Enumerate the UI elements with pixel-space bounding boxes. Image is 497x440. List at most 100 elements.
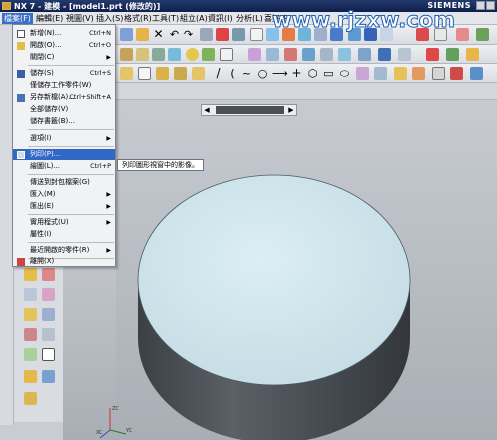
- toolbar-icon[interactable]: [120, 28, 133, 41]
- toolbar-icon[interactable]: [432, 67, 445, 80]
- z-axis-label: ZC: [112, 406, 119, 412]
- menu-item-save-all[interactable]: 全部儲存(V): [13, 104, 115, 115]
- toolbar-icon[interactable]: [446, 48, 459, 61]
- tool-icon[interactable]: [42, 308, 55, 321]
- toolbar-icon[interactable]: [192, 67, 205, 80]
- toolbar-icon[interactable]: [356, 67, 369, 80]
- toolbar-icon[interactable]: [394, 67, 407, 80]
- clock-icon[interactable]: [42, 348, 55, 361]
- menu-item-recent-parts[interactable]: 最近開啟的零件(R) ▶: [13, 245, 115, 256]
- tool-icon[interactable]: [24, 328, 37, 341]
- redo-icon[interactable]: ↷: [182, 28, 195, 41]
- menu-insert[interactable]: 插入(S): [94, 13, 125, 24]
- ellipse-icon[interactable]: ⬭: [338, 67, 351, 80]
- toolbar-icon[interactable]: [248, 48, 261, 61]
- arc-icon[interactable]: (: [226, 67, 239, 80]
- toolbar-icon[interactable]: [450, 67, 463, 80]
- toolbar-icon[interactable]: [200, 28, 213, 41]
- cylinder-model[interactable]: [116, 100, 497, 440]
- menu-tools[interactable]: 工具(T): [150, 13, 181, 24]
- tool-icon[interactable]: [42, 288, 55, 301]
- scroll-right-icon[interactable]: ▶: [286, 105, 296, 115]
- tool-icon[interactable]: [42, 370, 55, 383]
- toolbar-icon[interactable]: [378, 48, 391, 61]
- menu-item-close[interactable]: 關閉(C) ▶: [13, 52, 115, 63]
- toolbar-icon[interactable]: [136, 28, 149, 41]
- menu-item-utilities[interactable]: 實用程式(U) ▶: [13, 217, 115, 228]
- toolbar-icon[interactable]: [174, 67, 187, 80]
- toolbar-icon[interactable]: [374, 67, 387, 80]
- menu-information[interactable]: 資訊(I): [206, 13, 235, 24]
- menu-separator: [28, 214, 114, 215]
- toolbar-icon[interactable]: [186, 48, 199, 61]
- arrow-icon[interactable]: ⟶: [272, 67, 288, 80]
- menu-item-export[interactable]: 匯出(E) ▶: [13, 201, 115, 212]
- toolbar-icon[interactable]: [120, 48, 133, 61]
- menu-assembly[interactable]: 組立(A): [178, 13, 210, 24]
- circle-icon[interactable]: ○: [256, 67, 269, 80]
- tool-icon[interactable]: [24, 288, 37, 301]
- toolbar-icon[interactable]: [426, 48, 439, 61]
- toolbar-icon[interactable]: [220, 48, 233, 61]
- scroll-thumb[interactable]: [216, 106, 284, 114]
- scroll-left-icon[interactable]: ◀: [202, 105, 212, 115]
- toolbar-icon[interactable]: [412, 67, 425, 80]
- delete-icon[interactable]: ✕: [152, 28, 165, 41]
- point-icon[interactable]: +: [290, 67, 303, 80]
- menu-edit[interactable]: 編輯(E): [34, 13, 65, 24]
- toolbar-icon[interactable]: [202, 48, 215, 61]
- tool-icon[interactable]: [24, 370, 37, 383]
- toolbar-icon[interactable]: [284, 48, 297, 61]
- toolbar-icon[interactable]: [302, 48, 315, 61]
- x-axis-label: XC: [96, 430, 103, 436]
- menu-item-save-as[interactable]: 另存新檔(A)... Ctrl+Shift+A: [13, 92, 115, 103]
- toolbar-icon[interactable]: [216, 28, 229, 41]
- toolbar-icon[interactable]: [232, 28, 245, 41]
- menu-analysis[interactable]: 分析(L): [234, 13, 265, 24]
- toolbar-icon[interactable]: [250, 28, 263, 41]
- tool-icon[interactable]: [24, 268, 37, 281]
- close-window-button[interactable]: [486, 1, 495, 10]
- menu-item-print[interactable]: 列印(P)...: [13, 149, 115, 160]
- toolbar-icon[interactable]: [320, 48, 333, 61]
- menu-view[interactable]: 視圖(V): [64, 13, 96, 24]
- toolbar-icon[interactable]: [338, 48, 351, 61]
- menu-item-send-to-package[interactable]: 傳送到封包檔案(G): [13, 177, 115, 188]
- horizontal-scrollbar[interactable]: ◀ ▶: [201, 104, 297, 116]
- menu-item-exit[interactable]: 離開(X): [13, 256, 115, 267]
- menu-item-save-work-part[interactable]: 僅儲存工作零件(W): [13, 80, 115, 91]
- toolbar-icon[interactable]: [466, 48, 479, 61]
- menu-item-open[interactable]: 開啟(O)... Ctrl+O: [13, 40, 115, 51]
- toolbar-icon[interactable]: [470, 67, 483, 80]
- toolbar-icon[interactable]: [398, 48, 411, 61]
- toolbar-icon[interactable]: [266, 48, 279, 61]
- maximize-window-button[interactable]: [476, 1, 485, 10]
- menu-item-plot[interactable]: 繪圖(L)... Ctrl+P: [13, 161, 115, 172]
- spline-icon[interactable]: ~: [240, 67, 253, 80]
- polygon-icon[interactable]: ⬡: [306, 67, 319, 80]
- line-icon[interactable]: /: [212, 67, 225, 80]
- menu-item-save[interactable]: 儲存(S) Ctrl+S: [13, 68, 115, 79]
- menu-item-save-bookmark[interactable]: 儲存書籤(B)...: [13, 116, 115, 127]
- toolbar-icon[interactable]: [156, 67, 169, 80]
- toolbar-icon[interactable]: [358, 48, 371, 61]
- toolbar-icon[interactable]: [168, 48, 181, 61]
- tool-icon[interactable]: [24, 308, 37, 321]
- toolbar-icon[interactable]: [120, 67, 133, 80]
- menu-item-properties[interactable]: 屬性(I): [13, 229, 115, 240]
- tool-icon[interactable]: [24, 348, 37, 361]
- menu-item-options[interactable]: 選項(I) ▶: [13, 133, 115, 144]
- toolbar-icon[interactable]: [456, 28, 469, 41]
- menu-item-import[interactable]: 匯入(M) ▶: [13, 189, 115, 200]
- toolbar-icon[interactable]: [136, 48, 149, 61]
- toolbar-icon[interactable]: [476, 28, 489, 41]
- tool-icon[interactable]: [24, 392, 37, 405]
- toolbar-icon[interactable]: [138, 67, 151, 80]
- rectangle-icon[interactable]: ▭: [322, 67, 335, 80]
- menu-item-new[interactable]: 新增(N)... Ctrl+N: [13, 28, 115, 39]
- undo-icon[interactable]: ↶: [168, 28, 181, 41]
- toolbar-icon[interactable]: [152, 48, 165, 61]
- tool-icon[interactable]: [42, 268, 55, 281]
- tool-icon[interactable]: [42, 328, 55, 341]
- menu-file[interactable]: 檔案(F): [2, 13, 33, 24]
